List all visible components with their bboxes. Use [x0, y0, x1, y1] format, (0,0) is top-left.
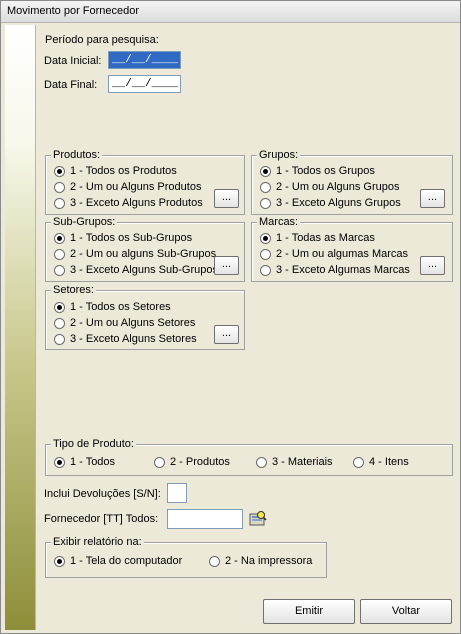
- subgrupos-select-button[interactable]: ...: [214, 256, 239, 275]
- end-date-value: __/__/____: [112, 78, 179, 90]
- start-date-field[interactable]: __/__/____: [108, 51, 181, 69]
- setores-legend: Setores:: [51, 284, 96, 296]
- start-date-label: Data Inicial:: [44, 55, 102, 67]
- radio-icon: [209, 556, 220, 567]
- radio-icon: [54, 265, 65, 276]
- radio-icon: [260, 233, 271, 244]
- devolucoes-field[interactable]: [167, 483, 187, 503]
- grupos-legend: Grupos:: [257, 149, 301, 161]
- end-date-field[interactable]: __/__/____: [108, 75, 181, 93]
- option-label: 2 - Produtos: [170, 456, 230, 468]
- radio-icon: [260, 265, 271, 276]
- emitir-button[interactable]: Emitir: [263, 599, 355, 624]
- radio-icon: [54, 318, 65, 329]
- main-window: Movimento por Fornecedor Período para pe…: [0, 0, 461, 634]
- option-label: 4 - Itens: [369, 456, 409, 468]
- option-label: 3 - Materiais: [272, 456, 333, 468]
- option-label: 1 - Todas as Marcas: [276, 232, 375, 244]
- subgrupos-legend: Sub-Grupos:: [51, 216, 118, 228]
- marcas-group: Marcas: 1 - Todas as Marcas 2 - Um ou al…: [251, 216, 453, 282]
- fornecedor-field[interactable]: [167, 509, 243, 529]
- radio-icon: [54, 166, 65, 177]
- end-date-label: Data Final:: [44, 79, 98, 91]
- option-label: 1 - Tela do computador: [70, 555, 183, 567]
- search-lookup-icon[interactable]: [249, 510, 267, 527]
- exibir-legend: Exibir relatório na:: [51, 536, 144, 548]
- radio-icon: [154, 457, 165, 468]
- option-label: 1 - Todos os Produtos: [70, 165, 177, 177]
- grupos-select-button[interactable]: ...: [420, 189, 445, 208]
- subgrupos-group: Sub-Grupos: 1 - Todos os Sub-Grupos 2 - …: [45, 216, 245, 282]
- option-label: 2 - Um ou Alguns Setores: [70, 317, 196, 329]
- radio-icon: [260, 249, 271, 260]
- option-label: 1 - Todos: [70, 456, 116, 468]
- start-date-value: __/__/____: [112, 54, 179, 66]
- option-label: 2 - Um ou Alguns Produtos: [70, 181, 202, 193]
- radio-icon: [260, 166, 271, 177]
- produtos-legend: Produtos:: [51, 149, 103, 161]
- option-label: 2 - Na impressora: [225, 555, 313, 567]
- option-label: 3 - Exceto Alguns Grupos: [276, 197, 401, 209]
- period-label: Período para pesquisa:: [45, 34, 159, 46]
- option-label: 1 - Todos os Setores: [70, 301, 171, 313]
- tipo-produto-legend: Tipo de Produto:: [51, 438, 136, 450]
- exibir-group: Exibir relatório na: 1 - Tela do computa…: [45, 536, 327, 578]
- radio-icon: [54, 457, 65, 468]
- fornecedor-label: Fornecedor [TT] Todos:: [44, 513, 159, 525]
- window-title: Movimento por Fornecedor: [7, 5, 140, 17]
- radio-icon: [54, 302, 65, 313]
- radio-icon: [54, 233, 65, 244]
- marcas-select-button[interactable]: ...: [420, 256, 445, 275]
- setores-select-button[interactable]: ...: [214, 325, 239, 344]
- devolucoes-label: Inclui Devoluções [S/N]:: [44, 488, 161, 500]
- radio-icon: [260, 198, 271, 209]
- radio-icon: [54, 556, 65, 567]
- option-label: 1 - Todos os Sub-Grupos: [70, 232, 193, 244]
- option-label: 2 - Um ou algumas Marcas: [276, 248, 409, 260]
- radio-icon: [256, 457, 267, 468]
- title-bar: Movimento por Fornecedor: [1, 1, 460, 23]
- setores-group: Setores: 1 - Todos os Setores 2 - Um ou …: [45, 284, 245, 350]
- tipo-produto-group: Tipo de Produto: 1 - Todos 2 - Produtos …: [45, 438, 453, 476]
- radio-icon: [54, 249, 65, 260]
- voltar-button[interactable]: Voltar: [360, 599, 452, 624]
- option-label: 3 - Exceto Alguns Sub-Grupos: [70, 264, 218, 276]
- radio-icon: [54, 198, 65, 209]
- produtos-group: Produtos: 1 - Todos os Produtos 2 - Um o…: [45, 149, 245, 215]
- option-label: 3 - Exceto Algumas Marcas: [276, 264, 410, 276]
- radio-icon: [54, 334, 65, 345]
- option-label: 3 - Exceto Alguns Setores: [70, 333, 197, 345]
- radio-icon: [353, 457, 364, 468]
- option-label: 1 - Todos os Grupos: [276, 165, 375, 177]
- produtos-select-button[interactable]: ...: [214, 189, 239, 208]
- side-gradient-strip: [5, 25, 36, 630]
- grupos-group: Grupos: 1 - Todos os Grupos 2 - Um ou Al…: [251, 149, 453, 215]
- option-label: 2 - Um ou alguns Sub-Grupos: [70, 248, 217, 260]
- marcas-legend: Marcas:: [257, 216, 301, 228]
- radio-icon: [260, 182, 271, 193]
- radio-icon: [54, 182, 65, 193]
- option-label: 3 - Exceto Alguns Produtos: [70, 197, 203, 209]
- option-label: 2 - Um ou Alguns Grupos: [276, 181, 400, 193]
